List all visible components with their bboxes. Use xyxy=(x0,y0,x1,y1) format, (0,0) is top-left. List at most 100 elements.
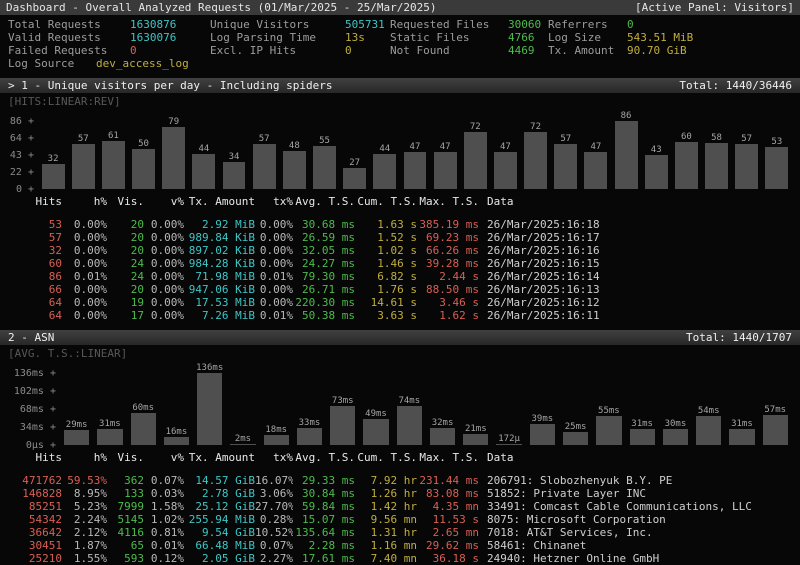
table-cell: 8075: Microsoft Corporation xyxy=(479,513,800,526)
table-cell: 0.12% xyxy=(144,552,184,565)
chart-bar-rect xyxy=(615,121,638,189)
summary-field-label: Log Source xyxy=(8,57,96,70)
table-cell: 0.00% xyxy=(62,257,107,270)
chart-bar-rect xyxy=(645,155,668,189)
chart-bar: 55 xyxy=(309,136,339,189)
table-row[interactable]: 1468288.95%1330.03%2.78 GiB3.06%30.84 ms… xyxy=(0,487,800,500)
chart-bar-rect xyxy=(283,151,306,189)
chart-bar-rect xyxy=(705,143,728,189)
summary-field-label: Static Files xyxy=(390,31,508,44)
table-cell: 0.00% xyxy=(144,257,184,270)
chart-bar-value-label: 55ms xyxy=(598,406,620,416)
chart-bar-value-label: 31ms xyxy=(731,419,753,429)
table-row[interactable]: 530.00%200.00%2.92 MiB0.00%30.68 ms1.63 … xyxy=(0,218,800,231)
chart-bar-rect xyxy=(132,149,155,189)
chart-bar-rect xyxy=(530,424,555,445)
table-cell: 7018: AT&T Services, Inc. xyxy=(479,526,800,539)
column-header: Avg. T.S. xyxy=(293,451,355,464)
chart-bar-rect xyxy=(584,152,607,189)
chart-bar-rect xyxy=(735,144,758,189)
asn-table: Hitsh%Vis.v%Tx. Amounttx%Avg. T.S.Cum. T… xyxy=(0,445,800,565)
table-cell: 24 xyxy=(107,257,144,270)
panel-asn: 2 - ASN Total: 1440/1707 [AVG. T.S.:LINE… xyxy=(0,330,800,565)
table-cell: 0.00% xyxy=(144,270,184,283)
chart-bar: 86 xyxy=(611,111,641,189)
visitors-per-day-chart: 86 +64 +43 +22 +0 +325761507944345748552… xyxy=(0,108,800,189)
chart-bar: 48 xyxy=(279,141,309,189)
chart-bar: 29ms xyxy=(60,420,93,445)
table-cell: 0.00% xyxy=(255,296,293,309)
table-row[interactable]: 366422.12%41160.81%9.54 GiB10.52%135.64 … xyxy=(0,526,800,539)
table-cell: 85251 xyxy=(0,500,62,513)
table-row[interactable]: 252101.55%5930.12%2.05 GiB2.27%17.61 ms7… xyxy=(0,552,800,565)
table-cell: 0.00% xyxy=(144,244,184,257)
table-row[interactable]: 660.00%200.00%947.06 KiB0.00%26.71 ms1.7… xyxy=(0,283,800,296)
panel-title: > 1 - Unique visitors per day - Includin… xyxy=(8,78,333,93)
chart-bar: 44 xyxy=(370,144,400,189)
table-row[interactable]: 304511.87%650.01%66.48 MiB0.07%2.28 ms1.… xyxy=(0,539,800,552)
table-row[interactable]: 640.00%170.00%7.26 MiB0.01%50.38 ms3.63 … xyxy=(0,309,800,322)
chart-bar: 136ms xyxy=(193,363,226,445)
table-cell: 26/Mar/2025:16:16 xyxy=(479,244,800,257)
chart-bar-value-label: 30ms xyxy=(665,419,687,429)
table-cell: 0.00% xyxy=(255,283,293,296)
table-cell: 26/Mar/2025:16:11 xyxy=(479,309,800,322)
table-cell: 2.12% xyxy=(62,526,107,539)
chart-bar: 18ms xyxy=(260,425,293,445)
table-cell: 20 xyxy=(107,231,144,244)
table-cell: 1.55% xyxy=(62,552,107,565)
chart-bar-rect xyxy=(131,413,156,445)
chart-bar-rect xyxy=(765,147,788,189)
chart-bar-rect xyxy=(330,406,355,445)
table-cell: 51852: Private Layer INC xyxy=(479,487,800,500)
chart-bar-value-label: 47 xyxy=(410,142,421,152)
column-header: h% xyxy=(62,195,107,208)
table-cell: 593 xyxy=(107,552,144,565)
chart-bar-rect xyxy=(696,416,721,445)
table-cell: 0.00% xyxy=(62,296,107,309)
table-row[interactable]: 600.00%240.00%984.28 KiB0.00%24.27 ms1.4… xyxy=(0,257,800,270)
chart-bar-rect xyxy=(494,152,517,189)
chart-bar-rect xyxy=(192,154,215,189)
chart-bar: 50 xyxy=(128,139,158,189)
chart-bar-value-label: 32 xyxy=(48,154,59,164)
table-row[interactable]: 320.00%200.00%897.02 KiB0.00%32.05 ms1.0… xyxy=(0,244,800,257)
chart-bar: 57 xyxy=(249,134,279,189)
table-row[interactable]: 860.01%240.00%71.98 MiB0.01%79.30 ms6.82… xyxy=(0,270,800,283)
table-row[interactable]: 570.00%200.00%989.84 KiB0.00%26.59 ms1.5… xyxy=(0,231,800,244)
y-axis-tick: 22 + xyxy=(10,167,34,178)
table-cell: 86 xyxy=(0,270,62,283)
chart-bar-value-label: 136ms xyxy=(196,363,223,373)
chart-bar-rect xyxy=(524,132,547,189)
chart-bar-rect xyxy=(373,154,396,189)
table-cell: 0.00% xyxy=(62,309,107,322)
chart-bar-value-label: 57 xyxy=(741,134,752,144)
table-cell: 26/Mar/2025:16:14 xyxy=(479,270,800,283)
chart-bar: 57 xyxy=(732,134,762,189)
table-row[interactable]: 852515.23%79991.58%25.12 GiB27.70%59.84 … xyxy=(0,500,800,513)
table-row[interactable]: 640.00%190.00%17.53 MiB0.00%220.30 ms14.… xyxy=(0,296,800,309)
table-cell: 2.28 ms xyxy=(293,539,355,552)
asn-avg-ts-chart: 136ms +102ms +68ms +34ms +0μs +29ms31ms6… xyxy=(0,360,800,445)
chart-bar: 31ms xyxy=(626,419,659,445)
chart-bar: 25ms xyxy=(559,422,592,445)
table-cell: 5145 xyxy=(107,513,144,526)
column-header: Vis. xyxy=(107,195,144,208)
chart-bar-value-label: 57 xyxy=(560,134,571,144)
table-row[interactable]: 543422.24%51451.02%255.94 MiB0.28%15.07 … xyxy=(0,513,800,526)
column-header: Hits xyxy=(0,195,62,208)
panel-unique-visitors-header[interactable]: > 1 - Unique visitors per day - Includin… xyxy=(0,78,800,93)
chart-bar-rect xyxy=(230,444,255,445)
table-cell: 0.00% xyxy=(62,218,107,231)
chart-bar-rect xyxy=(102,141,125,189)
chart-bar: 30ms xyxy=(659,419,692,445)
panel-asn-header[interactable]: 2 - ASN Total: 1440/1707 xyxy=(0,330,800,345)
y-axis-tick: 43 + xyxy=(10,150,34,161)
chart-bar-rect xyxy=(464,132,487,189)
chart-bar: 58 xyxy=(701,133,731,189)
chart-bar-value-label: 27 xyxy=(349,158,360,168)
summary-field-label: Failed Requests xyxy=(8,44,130,57)
table-row[interactable]: 47176259.53%3620.07%14.57 GiB16.07%29.33… xyxy=(0,474,800,487)
panel-unique-visitors: > 1 - Unique visitors per day - Includin… xyxy=(0,78,800,322)
table-cell: 1.31 hr xyxy=(355,526,417,539)
